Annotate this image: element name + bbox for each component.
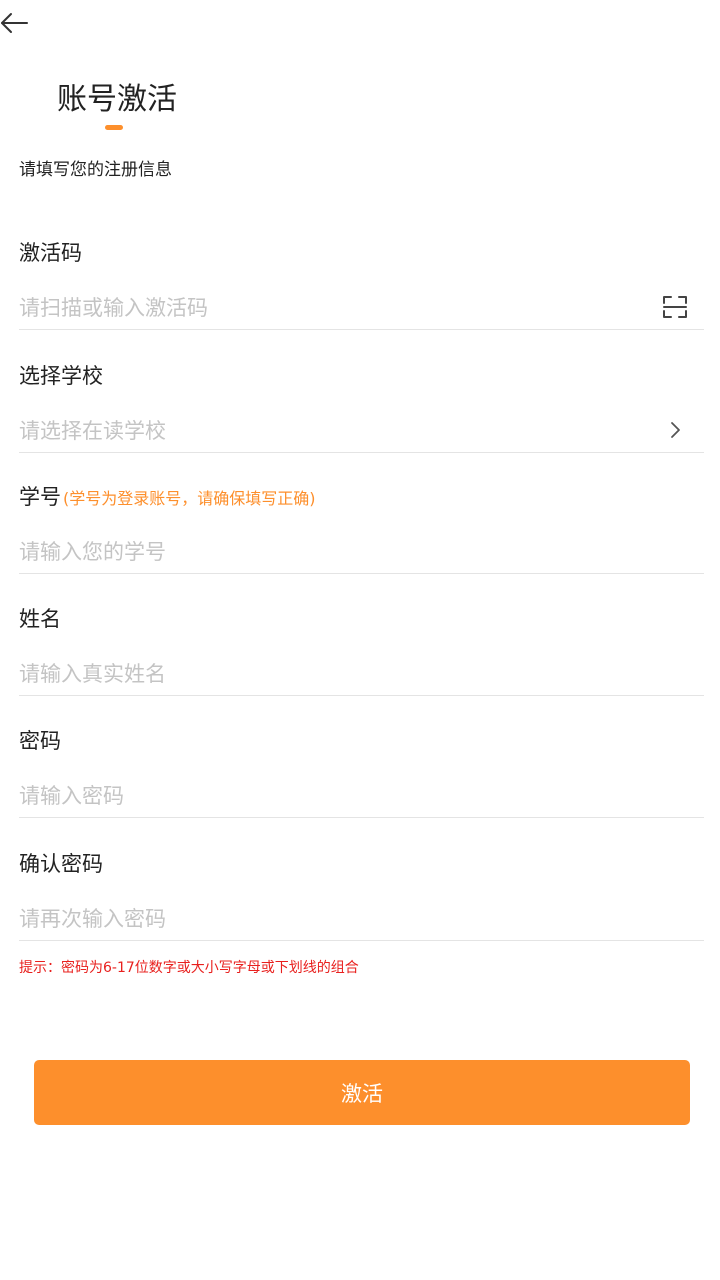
school-label: 选择学校 [19,364,103,388]
confirm-password-label: 确认密码 [19,852,103,876]
activate-button[interactable]: 激活 [34,1060,690,1125]
page-subtitle: 请填写您的注册信息 [19,160,172,180]
confirm-password-divider [19,940,704,941]
activation-code-label: 激活码 [19,241,82,265]
scan-icon [663,296,687,318]
back-button[interactable] [0,6,36,42]
student-id-input[interactable] [19,532,639,572]
password-label: 密码 [19,729,61,753]
student-id-label-text: 学号 [19,485,61,509]
activation-code-input[interactable] [19,288,639,328]
name-input[interactable] [19,654,639,694]
name-label: 姓名 [19,607,61,631]
student-id-hint: (学号为登录账号，请确保填写正确) [63,489,316,508]
chevron-right-icon [671,422,680,438]
confirm-password-input[interactable] [19,899,639,939]
school-select[interactable] [19,411,639,451]
password-input[interactable] [19,776,639,816]
password-tip: 提示：密码为6-17位数字或大小写字母或下划线的组合 [19,960,359,976]
activation-code-divider [19,329,704,330]
school-divider [19,452,704,453]
arrow-left-icon [1,13,28,33]
page-title: 账号激活 [57,82,177,117]
student-id-divider [19,573,704,574]
school-chevron[interactable] [660,413,690,447]
scan-button[interactable] [660,290,690,324]
password-divider [19,817,704,818]
title-underline [105,125,123,130]
student-id-label: 学号 (学号为登录账号，请确保填写正确) [19,482,316,514]
name-divider [19,695,704,696]
